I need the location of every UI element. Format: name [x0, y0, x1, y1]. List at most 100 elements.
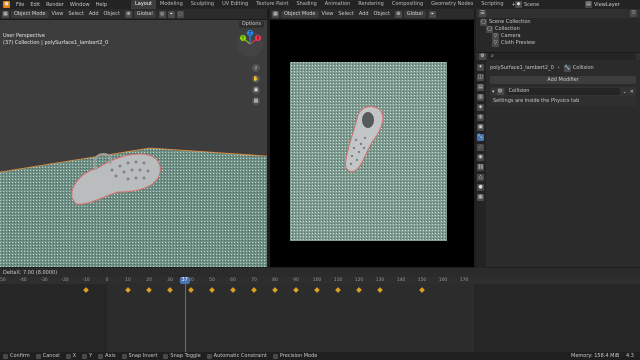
modifier-panel-header[interactable]: ▾ ◍ Collision ⌄ ✕: [490, 87, 636, 96]
render-tab-icon[interactable]: ◫: [477, 74, 484, 81]
workspace-tab-geometry-nodes[interactable]: Geometry Nodes: [427, 0, 477, 9]
proportional-edit-icon[interactable]: ◌: [176, 10, 184, 18]
keyframe[interactable]: [125, 287, 131, 293]
viewport-3d[interactable]: User Perspective (37) Collection | polyS…: [0, 20, 267, 267]
keyframe[interactable]: [188, 287, 194, 293]
constraints-tab-icon[interactable]: ⛓: [477, 164, 484, 171]
outliner-item-label: Collection: [495, 26, 520, 32]
transform-orientation-dropdown[interactable]: Global: [133, 10, 156, 18]
menu-object[interactable]: Object: [104, 11, 120, 17]
current-frame-indicator[interactable]: 37: [179, 277, 190, 284]
menu-object[interactable]: Object: [374, 11, 390, 17]
keyframe[interactable]: [230, 287, 236, 293]
menu-render[interactable]: Render: [46, 2, 64, 8]
outliner-item[interactable]: ▽ Cloth Preview: [476, 40, 640, 47]
physics-tab-icon[interactable]: ◉: [477, 154, 484, 161]
pivot-icon[interactable]: ◎: [158, 10, 166, 18]
menu-add[interactable]: Add: [359, 11, 369, 17]
properties-search[interactable]: ⌕: [488, 53, 636, 60]
material-tab-icon[interactable]: ●: [477, 184, 484, 191]
modifier-name-field[interactable]: Collision: [505, 88, 620, 95]
keyframe[interactable]: [272, 287, 278, 293]
timeline[interactable]: DeltaX: 7.00 (8.0000) -60-50-40-30-20-10…: [0, 268, 640, 352]
keyframe[interactable]: [314, 287, 320, 293]
menu-help[interactable]: Help: [96, 2, 107, 8]
menu-view[interactable]: View: [52, 11, 64, 17]
object-icon: ▽: [492, 40, 499, 47]
keyframe[interactable]: [356, 287, 362, 293]
keyframe[interactable]: [293, 287, 299, 293]
workspace-tab-scripting[interactable]: Scripting: [477, 0, 507, 9]
outliner-item[interactable]: ▢ Collection: [476, 26, 640, 33]
frame-tick: 90: [293, 278, 299, 283]
status-hint: Snap Toggle: [170, 353, 201, 359]
status-hint: X: [72, 353, 77, 359]
close-icon[interactable]: ✕: [630, 89, 634, 95]
workspace-tab-animation[interactable]: Animation: [321, 0, 355, 9]
keyframe[interactable]: [419, 287, 425, 293]
workspace-tab-rendering[interactable]: Rendering: [354, 0, 388, 9]
snap-icon[interactable]: ⌖: [428, 10, 436, 18]
cloth-plane-top[interactable]: [290, 62, 447, 241]
menu-edit[interactable]: Edit: [30, 2, 40, 8]
object-tab-icon[interactable]: ▣: [477, 124, 484, 131]
keyframe[interactable]: [377, 287, 383, 293]
modifier-panel-body: Settings are inside the Physics tab: [490, 96, 636, 106]
keyframe[interactable]: [83, 287, 89, 293]
add-modifier-button[interactable]: Add Modifier: [490, 76, 636, 84]
main-menu: File Edit Render Window Help: [16, 2, 113, 8]
view-layer-tab-icon[interactable]: ▥: [477, 94, 484, 101]
filter-icon[interactable]: ▽: [630, 10, 637, 17]
keyframe[interactable]: [209, 287, 215, 293]
output-tab-icon[interactable]: ▤: [477, 84, 484, 91]
outliner: ▢ Scene Collection ▢ Collection ▽ Camera ▽ Clot…: [476, 18, 640, 52]
modifier-tab-icon[interactable]: 🔧: [477, 134, 484, 141]
mouse-key-icon: [206, 353, 212, 359]
viewport-top-view[interactable]: [270, 20, 474, 267]
blender-logo-icon[interactable]: ●: [3, 1, 10, 8]
properties-editor-icon[interactable]: ⚙: [479, 53, 486, 60]
keyframe[interactable]: [146, 287, 152, 293]
workspace-tab-uv-editing[interactable]: UV Editing: [218, 0, 252, 9]
menu-file[interactable]: File: [16, 2, 24, 8]
mode-dropdown[interactable]: Object Mode: [11, 10, 49, 18]
editor-type-icon[interactable]: ▦: [2, 10, 9, 18]
right-panel: ☰ ▽ ▢ Scene Collection ▢ Collection ▽ Camera ▽…: [476, 9, 640, 291]
mode-dropdown[interactable]: Object Mode: [281, 10, 319, 18]
transform-orientation-dropdown[interactable]: Global: [403, 10, 426, 18]
workspace-tab-shading[interactable]: Shading: [292, 0, 320, 9]
menu-select[interactable]: Select: [338, 11, 353, 17]
scene-selector[interactable]: ◆ Scene: [515, 0, 539, 9]
texture-tab-icon[interactable]: ▦: [477, 194, 484, 201]
view-layer-selector[interactable]: ▤ ViewLayer: [585, 0, 620, 9]
keyframe[interactable]: [167, 287, 173, 293]
data-tab-icon[interactable]: △: [477, 174, 484, 181]
menu-view[interactable]: View: [322, 11, 334, 17]
tool-tab-icon[interactable]: ✦: [477, 64, 484, 71]
world-tab-icon[interactable]: ◍: [477, 114, 484, 121]
collapse-arrow-icon[interactable]: ▾: [492, 89, 495, 95]
menu-window[interactable]: Window: [70, 2, 90, 8]
keyframe[interactable]: [251, 287, 257, 293]
frame-ruler[interactable]: -60-50-40-30-20-100102030405060708090100…: [0, 277, 640, 284]
outliner-item[interactable]: ▽ Camera: [476, 33, 640, 40]
workspace-tab-layout[interactable]: Layout: [131, 0, 156, 9]
dropdown-chevron-icon[interactable]: ⌄: [623, 89, 627, 95]
editor-type-icon[interactable]: ▦: [272, 10, 279, 18]
workspace-tab-sculpting[interactable]: Sculpting: [187, 0, 218, 9]
transform-orientation-icon[interactable]: ⊕: [124, 10, 132, 18]
transform-orientation-icon[interactable]: ⊕: [394, 10, 402, 18]
workspace-tab-modeling[interactable]: Modeling: [156, 0, 187, 9]
workspace-tab-texture-paint[interactable]: Texture Paint: [252, 0, 292, 9]
menu-add[interactable]: Add: [89, 11, 99, 17]
mouse-key-icon: [163, 353, 169, 359]
outliner-editor-icon[interactable]: ☰: [479, 10, 486, 17]
keyframe[interactable]: [335, 287, 341, 293]
outliner-item[interactable]: ▢ Scene Collection: [476, 19, 640, 26]
particles-tab-icon[interactable]: ∴: [477, 144, 484, 151]
scene-tab-icon[interactable]: ◈: [477, 104, 484, 111]
snap-icon[interactable]: ⌖: [167, 10, 175, 18]
playhead[interactable]: [184, 277, 186, 352]
workspace-tab-compositing[interactable]: Compositing: [388, 0, 427, 9]
menu-select[interactable]: Select: [68, 11, 83, 17]
